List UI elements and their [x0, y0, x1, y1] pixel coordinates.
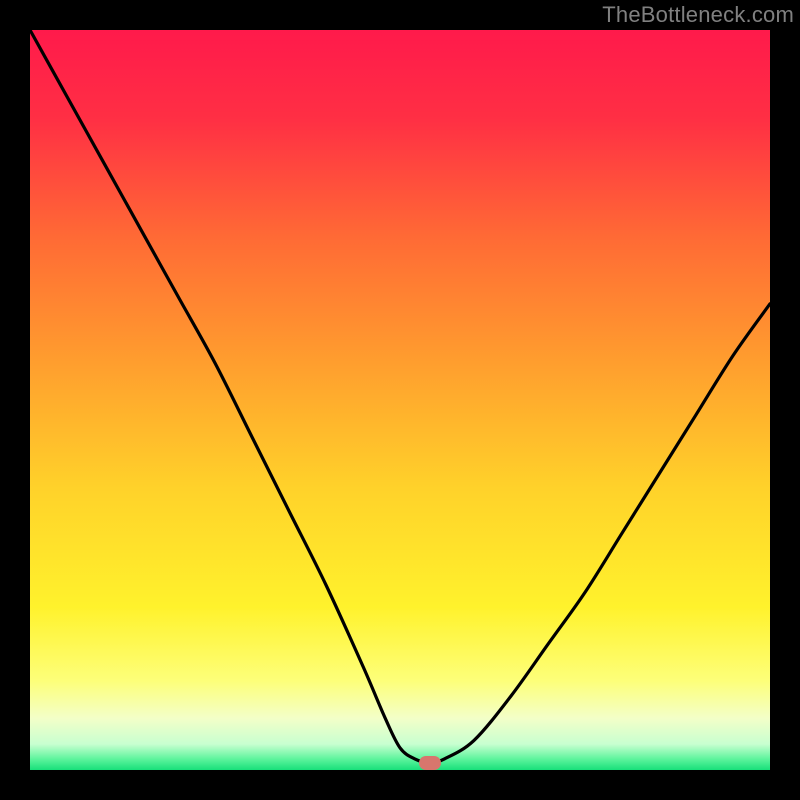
watermark-text: TheBottleneck.com	[602, 2, 794, 28]
bottleneck-curve	[30, 30, 770, 770]
chart-frame: TheBottleneck.com	[0, 0, 800, 800]
optimal-marker	[419, 756, 441, 770]
plot-area	[30, 30, 770, 770]
